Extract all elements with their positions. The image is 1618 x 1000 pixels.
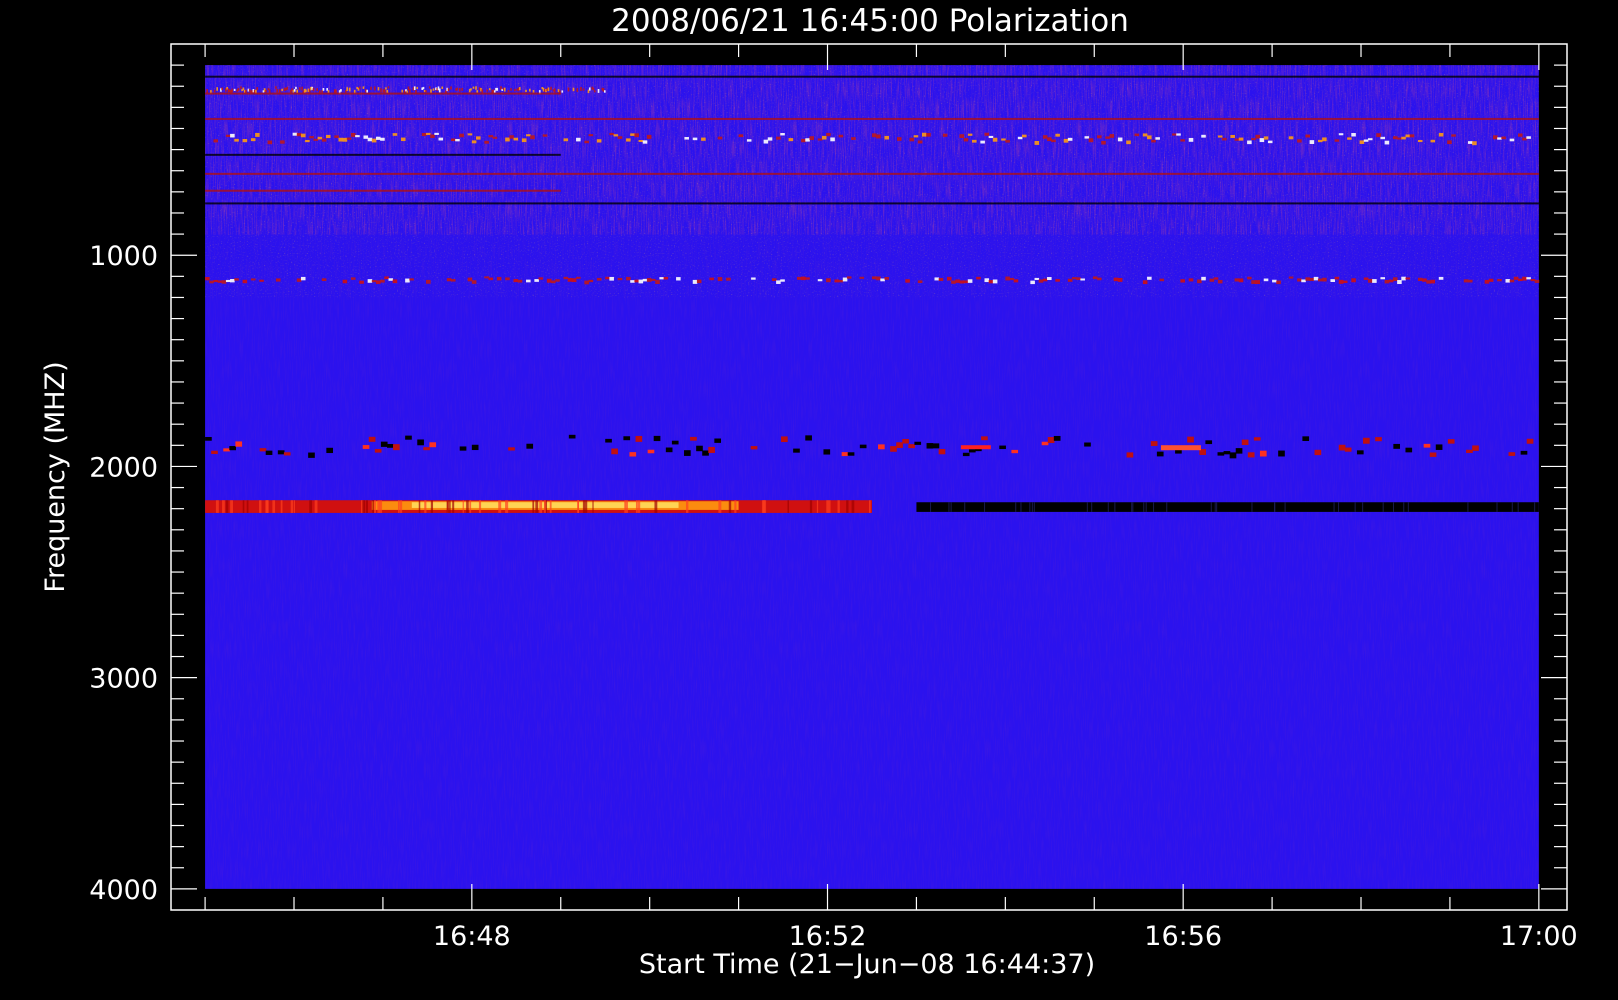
rfi-line bbox=[205, 172, 1539, 175]
spectrogram-chart: 2008/06/21 16:45:00 Polarization 1000 200… bbox=[40, 3, 1578, 980]
heatmap-texture bbox=[205, 234, 1539, 889]
x-tick-label: 16:52 bbox=[789, 921, 867, 952]
y-tick-label: 2000 bbox=[89, 452, 158, 483]
y-tick-label: 4000 bbox=[89, 875, 158, 906]
rfi-line bbox=[205, 92, 561, 95]
y-tick-label: 3000 bbox=[89, 664, 158, 695]
chart-stage: 2008/06/21 16:45:00 Polarization 1000 200… bbox=[0, 0, 1618, 1000]
y-tick-label: 1000 bbox=[89, 241, 158, 272]
chart-title: 2008/06/21 16:45:00 Polarization bbox=[611, 3, 1129, 39]
y-axis-label: Frequency (MHZ) bbox=[40, 361, 71, 592]
x-tick-label: 17:00 bbox=[1500, 921, 1578, 952]
x-tick-label: 16:56 bbox=[1144, 921, 1222, 952]
rfi-line bbox=[205, 202, 1539, 205]
heatmap-image bbox=[205, 65, 1539, 889]
band-band-2200-dark bbox=[916, 502, 1539, 512]
x-axis-label: Start Time (21−Jun−08 16:44:37) bbox=[639, 949, 1095, 980]
rfi-line bbox=[205, 117, 1539, 120]
rfi-line bbox=[205, 189, 561, 192]
x-tick-label: 16:48 bbox=[433, 921, 511, 952]
band-band-2200-bright bbox=[205, 500, 872, 513]
rfi-line bbox=[205, 75, 1539, 78]
rfi-line bbox=[205, 153, 561, 156]
